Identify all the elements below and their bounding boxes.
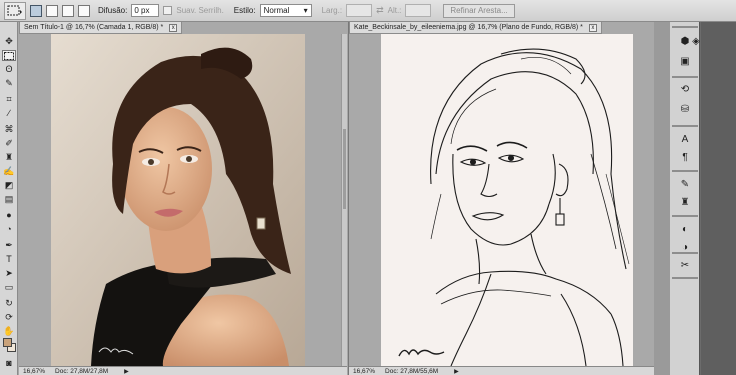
- quick-mask-icon[interactable]: ◙: [2, 358, 16, 369]
- rectangle-tool-icon[interactable]: ▭: [2, 282, 16, 293]
- canvas-color-photo[interactable]: [51, 34, 305, 366]
- options-bar: Difusão: 0 px Suav. Serrilh. Estilo: Nor…: [0, 0, 736, 22]
- document-window-2: Kate_Beckinsale_by_eileeniema.jpg @ 16,7…: [348, 22, 654, 375]
- document-tab-1-title: Sem Título-1 @ 16,7% (Camada 1, RGB/8) *: [24, 24, 164, 31]
- hand-tool-icon[interactable]: ✋: [2, 326, 16, 337]
- chevron-down-icon: ▾: [303, 6, 308, 15]
- refine-edge-button[interactable]: Refinar Aresta...: [443, 3, 515, 18]
- marquee-preset-icon: [7, 5, 22, 15]
- height-input[interactable]: [405, 4, 432, 17]
- clone-stamp-tool-icon[interactable]: ♜: [2, 152, 16, 163]
- canvas-sketch[interactable]: [381, 34, 633, 366]
- paragraph-icon[interactable]: ¶: [675, 150, 695, 164]
- 3d-rotate-tool-icon[interactable]: ↻: [2, 298, 16, 309]
- style-select[interactable]: Normal ▾: [259, 4, 312, 17]
- collapsed-panels-strip: ⬢ ◈ ▣ ⟲ ⛁ A ¶ ✎ ♜ ◐ ◑ ✂: [670, 22, 700, 375]
- swap-dimensions-icon[interactable]: ⇄: [376, 5, 384, 16]
- panel-group-divider: [672, 125, 698, 127]
- document-window-1: Sem Título-1 @ 16,7% (Camada 1, RGB/8) *…: [19, 22, 347, 375]
- blur-tool-icon[interactable]: ●: [2, 210, 16, 221]
- tools-panel: ✥ ʘ ✎ ⌗ ∕ ⌘ ✐ ♜ ✍ ◩ ▤ ● ◔ ✒ T ➤ ▭ ↻ ⟳ ✋ …: [0, 22, 18, 375]
- pen-tool-icon[interactable]: ✒: [2, 240, 16, 251]
- panel-group-divider: [672, 252, 698, 254]
- zoom-level[interactable]: 16,67%: [353, 368, 375, 375]
- feather-input[interactable]: 0 px: [131, 4, 160, 17]
- panel-group-divider: [672, 215, 698, 217]
- antialias-checkbox[interactable]: [163, 6, 173, 15]
- doc-size: Doc: 27,8M/27,8M: [55, 367, 109, 375]
- history-icon[interactable]: ⟲: [675, 82, 695, 96]
- panel-group-divider: [672, 277, 698, 279]
- actions-icon[interactable]: ⛁: [675, 102, 695, 116]
- marquee-tool-icon[interactable]: [2, 50, 16, 61]
- document-tab-1[interactable]: Sem Título-1 @ 16,7% (Camada 1, RGB/8) *…: [19, 22, 183, 34]
- document-tab-2[interactable]: Kate_Beckinsale_by_eileeniema.jpg @ 16,7…: [349, 22, 602, 34]
- dock-empty-area: [701, 22, 736, 375]
- type-tool-icon[interactable]: T: [2, 254, 16, 265]
- crop-tool-icon[interactable]: ⌗: [2, 94, 16, 105]
- subtract-from-selection-button[interactable]: [62, 4, 74, 17]
- status-bar-1: 16,67% Doc: 27,8M/27,8M ▶: [19, 366, 347, 375]
- lasso-tool-icon[interactable]: ʘ: [2, 64, 16, 75]
- dodge-tool-icon[interactable]: ◔: [2, 224, 16, 235]
- tool-preset-picker[interactable]: [4, 1, 26, 20]
- spot-healing-tool-icon[interactable]: ⌘: [2, 124, 16, 135]
- quick-selection-tool-icon[interactable]: ✎: [2, 78, 16, 89]
- pencil-sketch-image: [398, 48, 630, 366]
- masks-icon[interactable]: ◐: [675, 222, 695, 236]
- panel-group-divider: [672, 170, 698, 172]
- brushes-icon[interactable]: ✎: [675, 177, 695, 191]
- feather-label: Difusão:: [98, 6, 128, 15]
- vertical-scrollbar[interactable]: [341, 34, 347, 366]
- status-menu-arrow-icon[interactable]: ▶: [454, 368, 459, 375]
- document-tab-2-title: Kate_Beckinsale_by_eileeniema.jpg @ 16,7…: [354, 24, 583, 31]
- panel-group-divider: [672, 26, 698, 28]
- width-input[interactable]: [346, 4, 373, 17]
- new-selection-button[interactable]: [30, 4, 42, 17]
- foreground-color-swatch[interactable]: [3, 338, 12, 347]
- eraser-tool-icon[interactable]: ◩: [2, 180, 16, 191]
- doc-size: Doc: 27,8M/55,6M: [385, 367, 439, 375]
- move-tool-icon[interactable]: ✥: [2, 36, 16, 47]
- path-selection-tool-icon[interactable]: ➤: [2, 268, 16, 279]
- tool-presets-icon[interactable]: ✂: [675, 258, 695, 272]
- antialias-label: Suav. Serrilh.: [176, 6, 224, 15]
- status-menu-arrow-icon[interactable]: ▶: [124, 368, 129, 375]
- brush-tool-icon[interactable]: ✐: [2, 138, 16, 149]
- clone-source-icon[interactable]: ♜: [675, 195, 695, 209]
- eyedropper-tool-icon[interactable]: ∕: [2, 108, 16, 119]
- portrait-photo-image: [51, 34, 305, 366]
- history-brush-tool-icon[interactable]: ✍: [2, 166, 16, 177]
- 3d-orbit-tool-icon[interactable]: ⟳: [2, 312, 16, 323]
- close-icon[interactable]: x: [169, 23, 178, 32]
- workspace-gap: [654, 22, 670, 375]
- panel-dock: ⬢ ◈ ▣ ⟲ ⛁ A ¶ ✎ ♜ ◐ ◑ ✂: [670, 22, 736, 375]
- layers-stack-icon[interactable]: ◈: [692, 34, 700, 48]
- close-icon[interactable]: x: [588, 23, 597, 32]
- navigator-icon[interactable]: ▣: [675, 54, 695, 68]
- gradient-tool-icon[interactable]: ▤: [2, 194, 16, 205]
- scrollbar-thumb[interactable]: [343, 129, 346, 209]
- add-to-selection-button[interactable]: [46, 4, 58, 17]
- status-bar-2: 16,67% Doc: 27,8M/55,6M ▶: [349, 366, 654, 375]
- photoshop-window: Difusão: 0 px Suav. Serrilh. Estilo: Nor…: [0, 0, 736, 375]
- width-label: Larg.:: [321, 6, 343, 15]
- panel-group-divider: [672, 76, 698, 78]
- character-icon[interactable]: A: [675, 132, 695, 146]
- zoom-level[interactable]: 16,67%: [23, 368, 45, 375]
- height-label: Alt.:: [387, 6, 402, 15]
- intersect-selection-button[interactable]: [78, 4, 90, 17]
- style-label: Estilo:: [233, 6, 256, 15]
- style-select-value: Normal: [263, 6, 290, 15]
